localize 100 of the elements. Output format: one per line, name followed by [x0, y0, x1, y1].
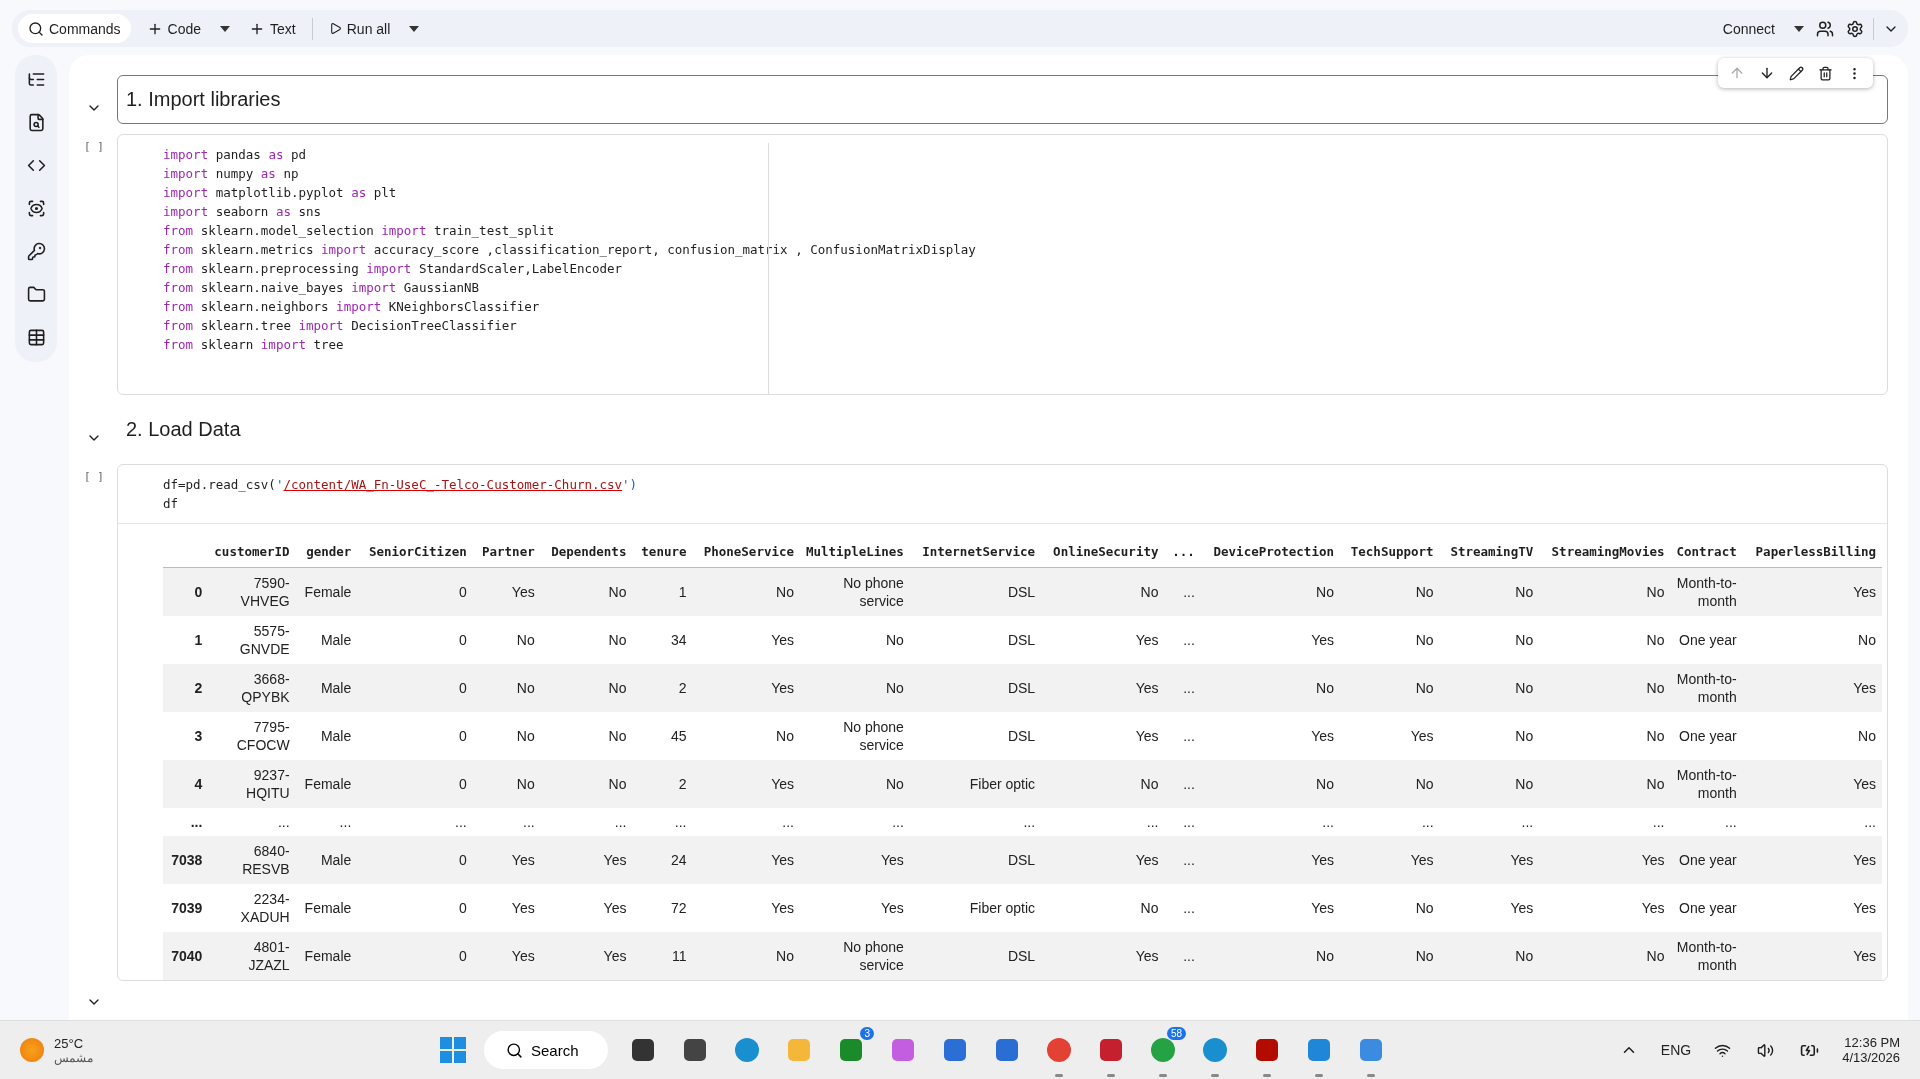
table-cell: ... [1164, 567, 1201, 616]
table-cell: 0 [357, 664, 473, 712]
code-line: from sklearn.metrics import accuracy_score ,classification_report, confusion_matrix , ConfusionMatrixDisplay [163, 241, 976, 259]
table-cell: 7795-CFOCW [208, 712, 296, 760]
table-cell: 45 [632, 712, 693, 760]
table-cell: 11 [632, 932, 693, 980]
table-cell: No [1439, 567, 1540, 616]
run-prompt[interactable]: [ ] [84, 140, 104, 395]
table-cell: No phone service [800, 712, 910, 760]
table-cell: DSL [909, 932, 1042, 980]
table-cell: 0 [357, 836, 473, 884]
table-cell: ... [909, 808, 1042, 836]
language-indicator[interactable]: ENG [1660, 1042, 1692, 1058]
run-prompt[interactable]: [ ] [84, 470, 104, 981]
code-line: from sklearn import tree [163, 336, 344, 354]
code-line: from sklearn.tree import DecisionTreeClassifier [163, 317, 517, 335]
table-cell: Yes [800, 884, 910, 932]
section-heading: 2. Load Data [126, 418, 242, 441]
code-line: df [163, 495, 179, 513]
code-line: import pandas as pd [163, 146, 306, 164]
clock[interactable]: 12:36 PM 4/13/2026 [1842, 1035, 1900, 1065]
table-cell: Male [295, 836, 358, 884]
table-cell: ... [1164, 712, 1201, 760]
weather-condition: مشمس [54, 1050, 93, 1065]
table-cell: Yes [692, 664, 800, 712]
start-icon[interactable] [440, 1037, 466, 1063]
table-cell: No [1539, 712, 1671, 760]
table-cell: Month-to-month [1670, 760, 1743, 808]
table-cell: No [800, 616, 910, 664]
table-cell: Yes [1742, 932, 1882, 980]
table-cell: 7590-VHVEG [208, 567, 296, 616]
table-cell: No [1339, 884, 1440, 932]
connect-button[interactable]: Connect [1712, 14, 1785, 43]
table-cell: Yes [1200, 616, 1340, 664]
code-line: from sklearn.preprocessing import StandardScaler,LabelEncoder [163, 260, 623, 278]
table-cell: Month-to-month [1670, 664, 1743, 712]
column-header: Contract [1670, 536, 1743, 568]
table-cell: No [540, 760, 633, 808]
table-cell: Yes [472, 884, 541, 932]
code-line: import numpy as np [163, 165, 299, 183]
table-cell: 3668-QPYBK [208, 664, 296, 712]
table-cell: Yes [1439, 836, 1540, 884]
table-cell: ... [540, 808, 633, 836]
table-cell: 72 [632, 884, 693, 932]
table-cell: No [540, 616, 633, 664]
table-cell: Yes [1539, 884, 1671, 932]
table-cell: No [1439, 932, 1540, 980]
column-header: TechSupport [1339, 536, 1440, 568]
table-cell: 2234-XADUH [208, 884, 296, 932]
add-cell-button[interactable]: Text [239, 14, 306, 43]
column-header: customerID [208, 536, 296, 568]
table-cell: No [1539, 567, 1671, 616]
table-cell: No [1539, 664, 1671, 712]
table-cell: ... [1439, 808, 1540, 836]
taskbar-search[interactable]: Search [484, 1031, 608, 1069]
table-cell: No [1200, 760, 1340, 808]
table-cell: Yes [1041, 836, 1165, 884]
table-cell: 34 [632, 616, 693, 664]
table-cell: No [1439, 616, 1540, 664]
table-cell: Month-to-month [1670, 932, 1743, 980]
table-cell: Yes [1200, 712, 1340, 760]
table-cell: DSL [909, 836, 1042, 884]
table-cell: ... [1164, 616, 1201, 664]
table-cell: Yes [1200, 836, 1340, 884]
commands-button[interactable]: Commands [18, 14, 131, 43]
column-header: StreamingTV [1439, 536, 1540, 568]
table-cell: ... [692, 808, 800, 836]
row-index: 7038 [163, 836, 209, 884]
table-cell: Yes [1742, 664, 1882, 712]
table-cell: No [1742, 616, 1882, 664]
table-cell: No [800, 664, 910, 712]
table-cell: Yes [692, 836, 800, 884]
table-cell: Male [295, 616, 358, 664]
notification-badge: 3 [860, 1027, 874, 1040]
column-header: DeviceProtection [1200, 536, 1340, 568]
table-cell: Yes [540, 932, 633, 980]
table-cell: No [1439, 760, 1540, 808]
table-cell: No [1041, 760, 1165, 808]
table-cell: ... [1164, 664, 1201, 712]
table-cell: Yes [1339, 836, 1440, 884]
table-cell: Yes [1439, 884, 1540, 932]
row-index: 7040 [163, 932, 209, 980]
table-cell: 0 [357, 712, 473, 760]
table-cell: Yes [1041, 664, 1165, 712]
table-cell: Yes [1742, 884, 1882, 932]
table-cell: One year [1670, 884, 1743, 932]
table-cell: No [472, 712, 541, 760]
table-cell: Female [295, 760, 358, 808]
sun-icon [20, 1038, 44, 1062]
table-cell: No [1439, 712, 1540, 760]
code-line: import matplotlib.pyplot as plt [163, 184, 397, 202]
run-all-button[interactable]: Run all [318, 14, 401, 43]
table-cell: 5575-GNVDE [208, 616, 296, 664]
code-line: import seaborn as sns [163, 203, 322, 221]
table-cell: DSL [909, 712, 1042, 760]
add-cell-button[interactable]: Code [136, 14, 212, 43]
table-cell: 2 [632, 760, 693, 808]
row-index: ... [163, 808, 209, 836]
row-index: 2 [163, 664, 209, 712]
table-cell: 0 [357, 932, 473, 980]
